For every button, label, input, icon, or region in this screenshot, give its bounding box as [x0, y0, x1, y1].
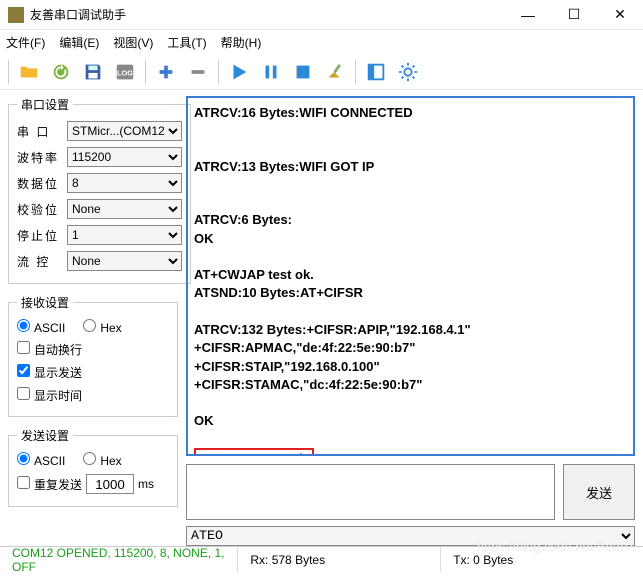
right-panel: ATRCV:16 Bytes:WIFI CONNECTED ATRCV:13 B…	[186, 90, 643, 546]
repeat-checkbox[interactable]: 重复发送	[17, 476, 82, 493]
data-label: 数据位	[17, 175, 61, 192]
ms-label: ms	[138, 477, 154, 491]
log-button[interactable]: LOG	[111, 58, 139, 86]
menu-bar: 文件(F) 编辑(E) 视图(V) 工具(T) 帮助(H)	[0, 30, 643, 54]
layout-button[interactable]	[362, 58, 390, 86]
menu-help[interactable]: 帮助(H)	[221, 34, 262, 51]
data-select[interactable]: 8	[67, 173, 182, 193]
port-label: 串 口	[17, 123, 61, 140]
send-ascii-radio[interactable]: ASCII	[17, 452, 65, 468]
recv-ascii-radio[interactable]: ASCII	[17, 319, 65, 335]
serial-settings-group: 串口设置 串 口 STMicr...(COM12 波特率 115200 数据位 8 校…	[8, 96, 191, 284]
port-select[interactable]: STMicr...(COM12	[67, 121, 182, 141]
parity-label: 校验位	[17, 201, 61, 218]
clear-button[interactable]	[321, 58, 349, 86]
send-legend: 发送设置	[17, 427, 73, 444]
remove-button[interactable]	[184, 58, 212, 86]
recv-hex-radio[interactable]: Hex	[83, 319, 121, 335]
send-button[interactable]: 发送	[563, 464, 635, 520]
stop-button[interactable]	[289, 58, 317, 86]
app-icon	[8, 7, 24, 23]
settings-button[interactable]	[394, 58, 422, 86]
window-title: 友善串口调试助手	[30, 6, 505, 23]
refresh-button[interactable]	[47, 58, 75, 86]
status-bar: COM12 OPENED, 115200, 8, NONE, 1, OFF Rx…	[0, 546, 643, 572]
close-button[interactable]: ✕	[597, 0, 643, 30]
stop-label: 停止位	[17, 227, 61, 244]
menu-edit[interactable]: 编辑(E)	[59, 34, 99, 51]
play-button[interactable]	[225, 58, 253, 86]
send-input[interactable]	[186, 464, 555, 520]
serial-legend: 串口设置	[17, 96, 73, 113]
baud-label: 波特率	[17, 149, 61, 166]
autowrap-checkbox[interactable]: 自动换行	[17, 341, 82, 358]
open-folder-button[interactable]	[15, 58, 43, 86]
send-settings-group: 发送设置 ASCII Hex 重复发送 ms	[8, 427, 178, 507]
status-rx: Rx: 578 Bytes	[238, 547, 441, 572]
maximize-button[interactable]: ☐	[551, 0, 597, 30]
highlight-box: AT+CIFSR test ok. ip: 192.168.0.100	[194, 448, 314, 456]
add-button[interactable]	[152, 58, 180, 86]
receive-log[interactable]: ATRCV:16 Bytes:WIFI CONNECTED ATRCV:13 B…	[186, 96, 635, 456]
toolbar: LOG	[0, 54, 643, 90]
showtime-checkbox[interactable]: 显示时间	[17, 387, 82, 404]
menu-view[interactable]: 视图(V)	[113, 34, 153, 51]
pause-button[interactable]	[257, 58, 285, 86]
parity-select[interactable]: None	[67, 199, 182, 219]
recv-settings-group: 接收设置 ASCII Hex 自动换行 显示发送 显示时间	[8, 294, 178, 417]
protocol-select[interactable]: ATEO	[186, 526, 635, 546]
send-hex-radio[interactable]: Hex	[83, 452, 121, 468]
baud-select[interactable]: 115200	[67, 147, 182, 167]
title-bar: 友善串口调试助手 — ☐ ✕	[0, 0, 643, 30]
status-connection: COM12 OPENED, 115200, 8, NONE, 1, OFF	[0, 547, 238, 572]
svg-text:LOG: LOG	[117, 68, 133, 77]
showsend-checkbox[interactable]: 显示发送	[17, 364, 82, 381]
recv-legend: 接收设置	[17, 294, 73, 311]
flow-label: 流 控	[17, 253, 61, 270]
interval-input[interactable]	[86, 474, 134, 494]
status-tx: Tx: 0 Bytes	[441, 547, 643, 572]
minimize-button[interactable]: —	[505, 0, 551, 30]
left-panel: 串口设置 串 口 STMicr...(COM12 波特率 115200 数据位 8 校…	[0, 90, 186, 546]
save-button[interactable]	[79, 58, 107, 86]
menu-tools[interactable]: 工具(T)	[167, 34, 206, 51]
flow-select[interactable]: None	[67, 251, 182, 271]
menu-file[interactable]: 文件(F)	[6, 34, 45, 51]
stop-select[interactable]: 1	[67, 225, 182, 245]
